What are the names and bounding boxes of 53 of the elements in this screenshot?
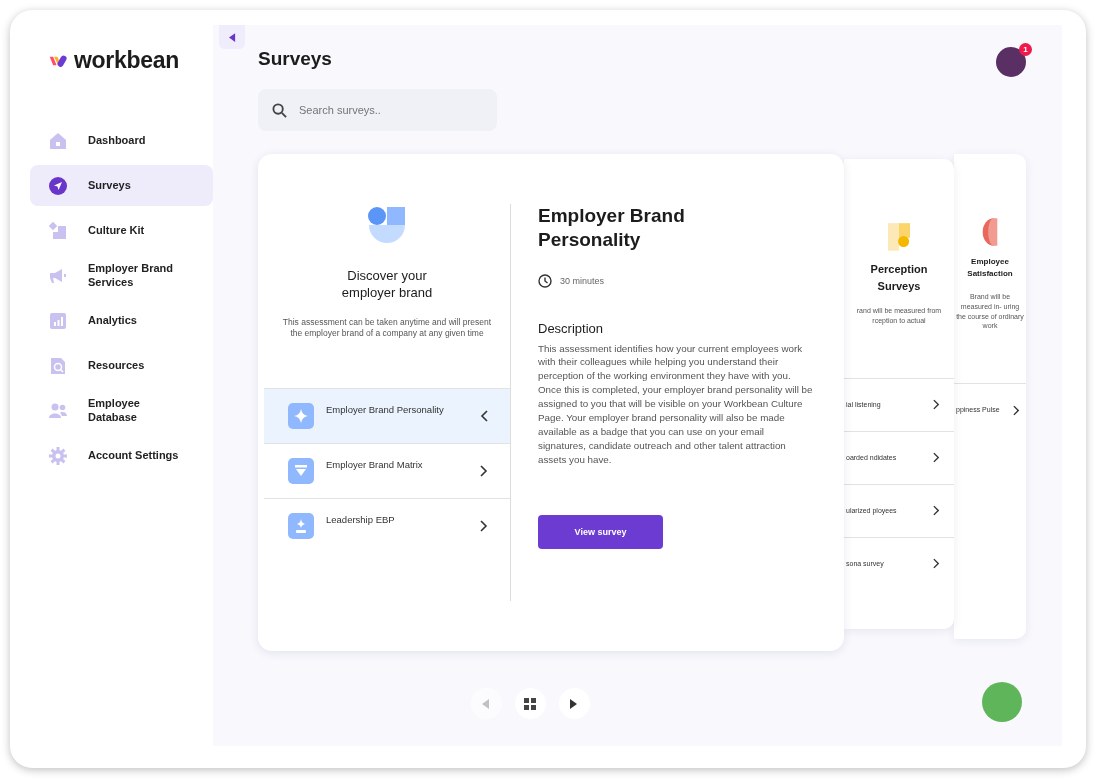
description-text: This assessment identifies how your current employees work with their colleagues while helping you understand their perception of the working environment they have with you. Once this is completed, your employer brand personality will be assigned to you that will be visible on your Workbean Culture Page. Your employer brand personality will also be made available as a badge that you can use on your email signatures, candidate outreach and other talent attraction assets you have. xyxy=(538,341,814,467)
document-search-icon xyxy=(48,355,68,376)
sidebar-item[interactable]: Surveys xyxy=(30,165,213,206)
sidebar-item[interactable]: Dashboard xyxy=(30,120,213,161)
survey-title: Employer Brand Personality xyxy=(538,204,686,252)
send-icon xyxy=(48,175,68,196)
collapse-sidebar-button[interactable] xyxy=(219,25,245,49)
sparkle-icon xyxy=(288,402,314,429)
star-stack-icon xyxy=(288,512,314,539)
house-icon xyxy=(48,130,68,151)
card-heading: Discover your employer brand xyxy=(340,268,434,302)
search-icon xyxy=(272,103,287,118)
duration-text: 30 minutes xyxy=(560,275,605,286)
triangle-left-icon xyxy=(482,698,490,709)
chevron-right-icon xyxy=(933,452,940,464)
view-survey-button[interactable]: View survey xyxy=(538,514,663,549)
sidebar-item[interactable]: Account Settings xyxy=(30,435,213,476)
workbean-logo: workbean xyxy=(48,47,179,74)
sidebar-item[interactable]: Employer Brand Services xyxy=(30,255,213,296)
chevron-right-icon xyxy=(933,505,940,517)
gear-icon xyxy=(48,445,68,466)
sidebar-item[interactable]: Culture Kit xyxy=(30,210,213,251)
shapes-icon xyxy=(48,220,68,241)
card-heading: Employee Satisfaction xyxy=(966,256,1014,280)
survey-item[interactable]: Employer Brand Personality xyxy=(264,387,510,443)
user-avatar[interactable] xyxy=(996,47,1026,77)
chevron-right-icon xyxy=(480,519,488,532)
survey-item[interactable]: Employer Brand Matrix xyxy=(264,442,510,498)
survey-item[interactable]: Leadership EBP xyxy=(264,497,510,553)
bar-chart-icon xyxy=(48,310,68,331)
search-field[interactable]: Search surveys.. xyxy=(258,89,497,131)
page-title: Surveys xyxy=(258,48,332,70)
chevron-right-icon xyxy=(933,558,940,570)
card-intro: This assessment can be taken anytime and will present the employer brand of a company at any given time xyxy=(282,316,492,340)
next-button[interactable] xyxy=(558,688,590,719)
shapes-illustration xyxy=(888,221,910,251)
chevron-right-icon xyxy=(1013,404,1020,416)
chevron-left-icon xyxy=(480,409,488,422)
sidebar-item[interactable]: Resources xyxy=(30,345,213,386)
shapes-illustration xyxy=(367,206,407,246)
funnel-icon xyxy=(288,457,314,484)
sidebar-item[interactable]: Analytics xyxy=(30,300,213,341)
description-heading: Description xyxy=(538,320,605,336)
sidebar-item[interactable]: Employee Database xyxy=(30,390,213,431)
notification-badge: 1 xyxy=(1019,43,1032,56)
grid-view-button[interactable] xyxy=(514,688,546,719)
grid-icon xyxy=(524,697,536,710)
chevron-right-icon xyxy=(480,464,488,477)
triangle-left-icon xyxy=(228,32,236,42)
triangle-right-icon xyxy=(570,698,578,709)
clock-icon xyxy=(538,273,552,288)
card-heading: Perception Surveys xyxy=(869,262,929,294)
chevron-right-icon xyxy=(933,399,940,411)
